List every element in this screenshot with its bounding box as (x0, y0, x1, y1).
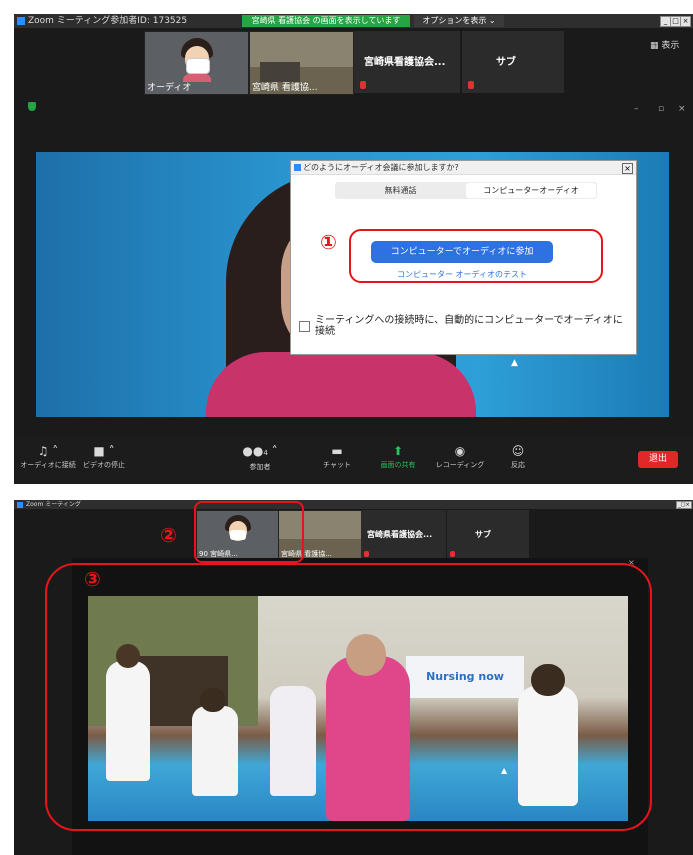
tab-phone[interactable]: 無料通話 (335, 182, 466, 199)
leave-label: 退出 (648, 454, 667, 464)
join-audio-label: オーディオに接続 (20, 461, 76, 469)
stop-video-label: ビデオの停止 (83, 461, 125, 469)
reactions-label: 反応 (511, 461, 525, 469)
chat-label: チャット (323, 461, 351, 469)
video-camera-icon: ■ ˄ (93, 444, 115, 458)
participant-name: サブ (475, 530, 491, 539)
options-button[interactable]: オプションを表示 ⌄ (414, 15, 504, 27)
record-control[interactable]: ◉ レコーディング (432, 445, 488, 470)
share-screen-control[interactable]: ⬆ 画面の共有 (370, 445, 426, 470)
zoom-logo-icon (17, 16, 25, 25)
zoom-logo-icon (294, 164, 301, 171)
participant-thumbnail[interactable]: オーディオ (144, 31, 249, 95)
window-controls[interactable]: _□× (676, 501, 692, 509)
dialog-titlebar: どのようにオーディオ会議に参加しますか? (291, 161, 636, 175)
window-title: Zoom ミーティング (26, 501, 81, 508)
participant-name: 宮崎県看護協会... (364, 57, 446, 68)
avatar (179, 38, 215, 82)
options-button-label: オプションを表示 ⌄ (422, 16, 496, 25)
participant-name: 宮崎県 看護協... (252, 83, 318, 93)
participant-thumbnail[interactable]: 宮崎県 看護協... (249, 31, 354, 95)
annotation-box-1 (349, 229, 603, 283)
shield-icon (28, 102, 36, 111)
participants-icon: ●●4 ˄ (242, 444, 278, 458)
annotation-number-2: ② (160, 523, 177, 547)
share-screen-icon: ⬆ (392, 444, 404, 458)
annotation-box-3 (45, 563, 652, 831)
chat-control[interactable]: ▬ チャット (309, 445, 365, 470)
view-button[interactable]: ▦ 表示 (650, 38, 679, 51)
meeting-controls: ♫ ˄ オーディオに接続 ■ ˄ ビデオの停止 ●●4 ˄ 参加者 ▬ チャット ⬆ 画面… (14, 435, 693, 484)
auto-join-label: ミーティングへの接続時に、自動的にコンピューターでオーディオに接続 (315, 315, 625, 337)
mic-muted-icon (364, 551, 369, 557)
participant-tile[interactable]: サブ (447, 510, 529, 559)
mic-muted-icon (468, 81, 474, 89)
share-banner: 宮崎県 看護協会 の画面を表示しています (242, 15, 410, 27)
auto-join-checkbox[interactable] (299, 321, 310, 332)
leave-button[interactable]: 退出 (638, 451, 678, 468)
participant-name: サブ (496, 57, 516, 68)
participant-name: オーディオ (147, 83, 192, 93)
mic-muted-icon (360, 81, 366, 89)
annotation-number-3: ③ (84, 567, 101, 591)
participant-tile[interactable]: サブ (462, 31, 564, 93)
minimize-share-icon[interactable]: – (634, 104, 639, 114)
window-title: Zoom ミーティング参加者ID: 173525 (28, 16, 188, 26)
stop-video-control[interactable]: ■ ˄ ビデオの停止 (76, 445, 132, 470)
mouse-cursor-icon: ▲ (511, 358, 518, 368)
record-label: レコーディング (435, 461, 485, 469)
annotation-box-2 (194, 501, 304, 563)
title-bar: Zoom ミーティング (14, 500, 693, 509)
pin-icon[interactable]: ▫ (658, 104, 664, 114)
participant-name: 宮崎県看護協会... (367, 530, 433, 539)
reaction-icon: ☺ (511, 444, 525, 458)
reactions-control[interactable]: ☺ 反応 (490, 445, 546, 470)
participants-label: 参加者 (249, 463, 271, 471)
chat-icon: ▬ (331, 444, 343, 458)
share-banner-text: 宮崎県 看護協会 の画面を表示しています (251, 16, 401, 25)
tab-computer[interactable]: コンピューターオーディオ (466, 183, 596, 198)
headphone-icon: ♫ ˄ (37, 444, 59, 458)
tab-bar: 無料通話 コンピューターオーディオ (335, 182, 597, 199)
mic-muted-icon (450, 551, 455, 557)
view-button-label: 表示 (661, 41, 680, 51)
record-icon: ◉ (454, 444, 466, 458)
participants-count: 4 (263, 449, 268, 457)
auto-join-text: ミーティングへの接続時に、自動的にコンピューターでオーディオに接続 (315, 315, 623, 337)
dialog-title: どのようにオーディオ会議に参加しますか? (303, 163, 459, 172)
share-label: 画面の共有 (380, 461, 416, 469)
join-audio-control[interactable]: ♫ ˄ オーディオに接続 (20, 445, 76, 470)
zoom-logo-icon (17, 501, 23, 508)
dialog-close-button[interactable]: × (622, 163, 633, 174)
close-button[interactable]: × (680, 16, 691, 27)
close-share-icon[interactable]: × (678, 104, 686, 114)
tab-computer-label: コンピューターオーディオ (483, 186, 579, 195)
participants-control[interactable]: ●●4 ˄ 参加者 (232, 445, 288, 472)
participant-tile[interactable]: 宮崎県看護協会... (361, 510, 446, 559)
annotation-number-1: ① (320, 230, 337, 254)
tab-phone-label: 無料通話 (384, 186, 417, 195)
participant-tile[interactable]: 宮崎県看護協会... (354, 31, 460, 93)
